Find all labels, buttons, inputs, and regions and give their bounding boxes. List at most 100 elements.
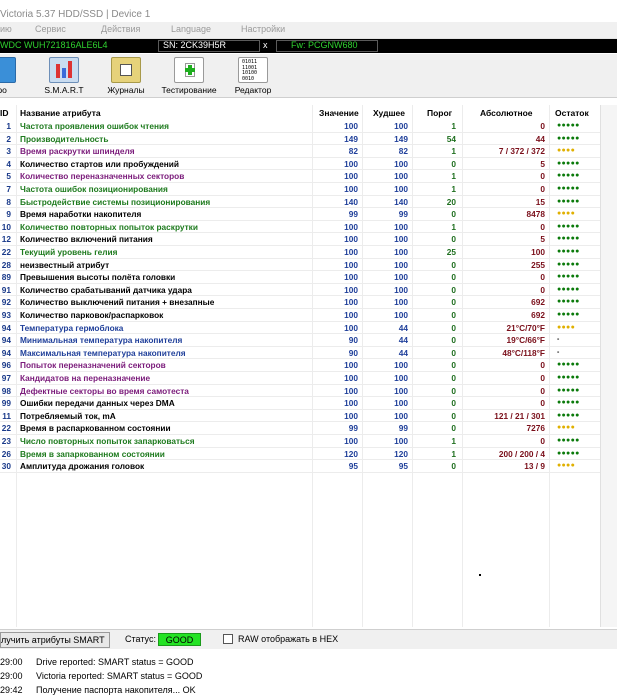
cell-value: 99 — [348, 209, 358, 220]
table-scrollbar[interactable] — [600, 105, 617, 627]
get-smart-button[interactable]: лучить атрибуты SMART — [0, 632, 110, 648]
cell-worst: 44 — [398, 322, 408, 333]
cell-raw: 44 — [535, 133, 545, 144]
table-row[interactable]: 7 Частота ошибок позиционирования 100 100 1 0… — [0, 183, 600, 196]
cell-remain: ●●●● — [557, 424, 576, 432]
table-row[interactable]: 2 Производительность 149 149 54 44 ●●●●● — [0, 133, 600, 146]
menu-bar: ию Сервис Действия Language Настройки — [0, 22, 617, 39]
cell-name: Частота ошибок позиционирования — [20, 184, 168, 194]
toolbar-label-tests: Тестирование — [161, 85, 217, 95]
table-row[interactable]: 12 Количество включений питания 100 100 0 5 ●●… — [0, 233, 600, 246]
cell-raw: 0 — [540, 373, 545, 383]
cell-name: Время в запаркованном состоянии — [20, 448, 165, 459]
menu-item-language[interactable]: Language — [171, 24, 211, 34]
menu-item-info[interactable]: ию — [0, 24, 12, 34]
close-device-button[interactable]: x — [263, 40, 268, 50]
table-row[interactable]: 98 Дефектные секторы во время самотеста 10… — [0, 385, 600, 398]
table-row[interactable]: 22 Время в распаркованном состоянии 99 99 0 7… — [0, 422, 600, 435]
table-row[interactable]: 89 Превышения высоты полёта головки 100 100… — [0, 271, 600, 284]
cell-remain: ●●●●● — [557, 197, 580, 205]
cell-value: 149 — [344, 133, 358, 144]
table-row[interactable]: 10 Количество повторных попыток раскрутки… — [0, 221, 600, 234]
info-icon — [0, 57, 16, 83]
cell-name: Количество парковок/распарковок — [20, 310, 164, 320]
table-row[interactable]: 91 Количество срабатываний датчика удара 1… — [0, 284, 600, 297]
cell-worst: 82 — [398, 146, 408, 157]
cell-worst: 100 — [394, 373, 408, 383]
cell-threshold: 0 — [451, 373, 456, 383]
cell-worst: 100 — [394, 171, 408, 182]
col-header-value[interactable]: Значение — [319, 108, 359, 118]
toolbar-button-smart[interactable]: S.M.A.R.T — [44, 57, 84, 97]
table-row[interactable]: 1 Частота проявления ошибок чтения 100 100 1… — [0, 120, 600, 133]
raw-hex-checkbox[interactable] — [223, 634, 233, 644]
toolbar-button-info[interactable]: фо — [0, 57, 16, 97]
raw-hex-label[interactable]: RAW отображать в HEX — [238, 634, 338, 644]
menu-item-actions[interactable]: Действия — [101, 24, 140, 34]
menu-item-service[interactable]: Сервис — [35, 24, 66, 34]
table-row[interactable]: 4 Количество стартов или пробуждений 100 10… — [0, 158, 600, 171]
cell-value: 100 — [344, 259, 358, 270]
log-time: 29:00 — [0, 657, 23, 667]
cell-raw: 15 — [535, 196, 545, 207]
toolbar-button-logs[interactable]: Журналы — [104, 57, 148, 97]
cell-id: 22 — [1, 247, 11, 257]
cell-worst: 99 — [398, 423, 408, 434]
cell-name: Дефектные секторы во время самотеста — [20, 385, 189, 396]
toolbar-label-logs: Журналы — [107, 85, 145, 95]
cell-id: 10 — [1, 221, 11, 232]
table-row[interactable]: 23 Число повторных попыток запарковаться 1… — [0, 435, 600, 448]
cell-worst: 100 — [394, 385, 408, 396]
table-row[interactable]: 9 Время наработки накопителя 99 99 0 8478 ●●●● — [0, 208, 600, 221]
table-header: ID Название атрибута Значение Худшее Пор… — [0, 105, 600, 120]
cell-value: 90 — [348, 335, 358, 346]
table-row[interactable]: 96 Попыток переназначений секторов 100 100 0… — [0, 359, 600, 372]
cell-name: Быстродействие системы позиционирования — [20, 196, 211, 207]
cell-threshold: 0 — [451, 322, 456, 333]
toolbar-button-tests[interactable]: Тестирование — [158, 57, 220, 97]
toolbar-button-editor[interactable]: 01011 11001 10100 0010 Редактор — [231, 57, 275, 97]
table-row[interactable]: 28 неизвестный атрибут 100 100 0 255 ●●●●● — [0, 259, 600, 272]
cell-name: Частота проявления ошибок чтения — [20, 121, 169, 131]
cell-name: Количество переназначенных секторов — [20, 171, 185, 182]
table-row[interactable]: 22 Текущий уровень гелия 100 100 25 100 ●●●●● — [0, 246, 600, 259]
table-row[interactable]: 94 Минимальная температура накопителя 90 44… — [0, 334, 600, 347]
cell-remain: ●●●●● — [557, 235, 580, 243]
table-row[interactable]: 3 Время раскрутки шпинделя 82 82 1 7 / 372 / … — [0, 145, 600, 158]
table-row[interactable]: 92 Количество выключений питания + внезап… — [0, 296, 600, 309]
cell-worst: 100 — [394, 259, 408, 270]
table-row[interactable]: 93 Количество парковок/распарковок 100 100 0… — [0, 309, 600, 322]
cell-name: Максимальная температура накопителя — [20, 347, 186, 358]
table-row[interactable]: 26 Время в запаркованном состоянии 120 120 1… — [0, 448, 600, 461]
cell-id: 89 — [1, 272, 11, 283]
smart-attributes-table[interactable]: 1 Частота проявления ошибок чтения 100 100 1… — [0, 120, 600, 627]
toolbar-label-editor: Редактор — [234, 85, 272, 95]
col-header-id[interactable]: ID — [0, 108, 9, 118]
cell-value: 100 — [344, 360, 358, 371]
cell-threshold: 1 — [451, 436, 456, 446]
cell-remain: ●●●●● — [557, 285, 580, 293]
col-header-worst[interactable]: Худшее — [373, 108, 405, 118]
table-row[interactable]: 97 Кандидатов на переназначение 100 100 0 0 ●●… — [0, 372, 600, 385]
table-row[interactable]: 30 Амплитуда дрожания головок 95 95 0 13 / 9 ●… — [0, 460, 600, 473]
col-header-raw[interactable]: Абсолютное — [480, 108, 533, 118]
cell-remain: ●●●●● — [557, 411, 580, 419]
table-row[interactable]: 11 Потребляемый ток, mA 100 100 0 121 / 21 / … — [0, 410, 600, 423]
cell-threshold: 0 — [451, 234, 456, 245]
col-header-name[interactable]: Название атрибута — [20, 108, 101, 118]
cell-raw: 121 / 21 / 301 — [494, 410, 545, 421]
cell-worst: 100 — [394, 234, 408, 245]
cell-threshold: 0 — [451, 310, 456, 320]
table-row[interactable]: 94 Температура гермоблока 100 44 0 21°C/70°F ●… — [0, 322, 600, 335]
cell-raw: 0 — [540, 385, 545, 396]
col-header-remain[interactable]: Остаток — [555, 108, 589, 118]
cell-worst: 100 — [394, 158, 408, 169]
col-header-threshold[interactable]: Порог — [427, 108, 452, 118]
cell-raw: 19°C/66°F — [506, 335, 545, 346]
table-row[interactable]: 94 Максимальная температура накопителя 90 4… — [0, 347, 600, 360]
menu-item-settings[interactable]: Настройки — [241, 24, 285, 34]
cell-raw: 0 — [540, 436, 545, 446]
table-row[interactable]: 99 Ошибки передачи данных через DMA 100 100… — [0, 397, 600, 410]
table-row[interactable]: 8 Быстродействие системы позиционирования… — [0, 196, 600, 209]
table-row[interactable]: 5 Количество переназначенных секторов 100 1… — [0, 170, 600, 183]
